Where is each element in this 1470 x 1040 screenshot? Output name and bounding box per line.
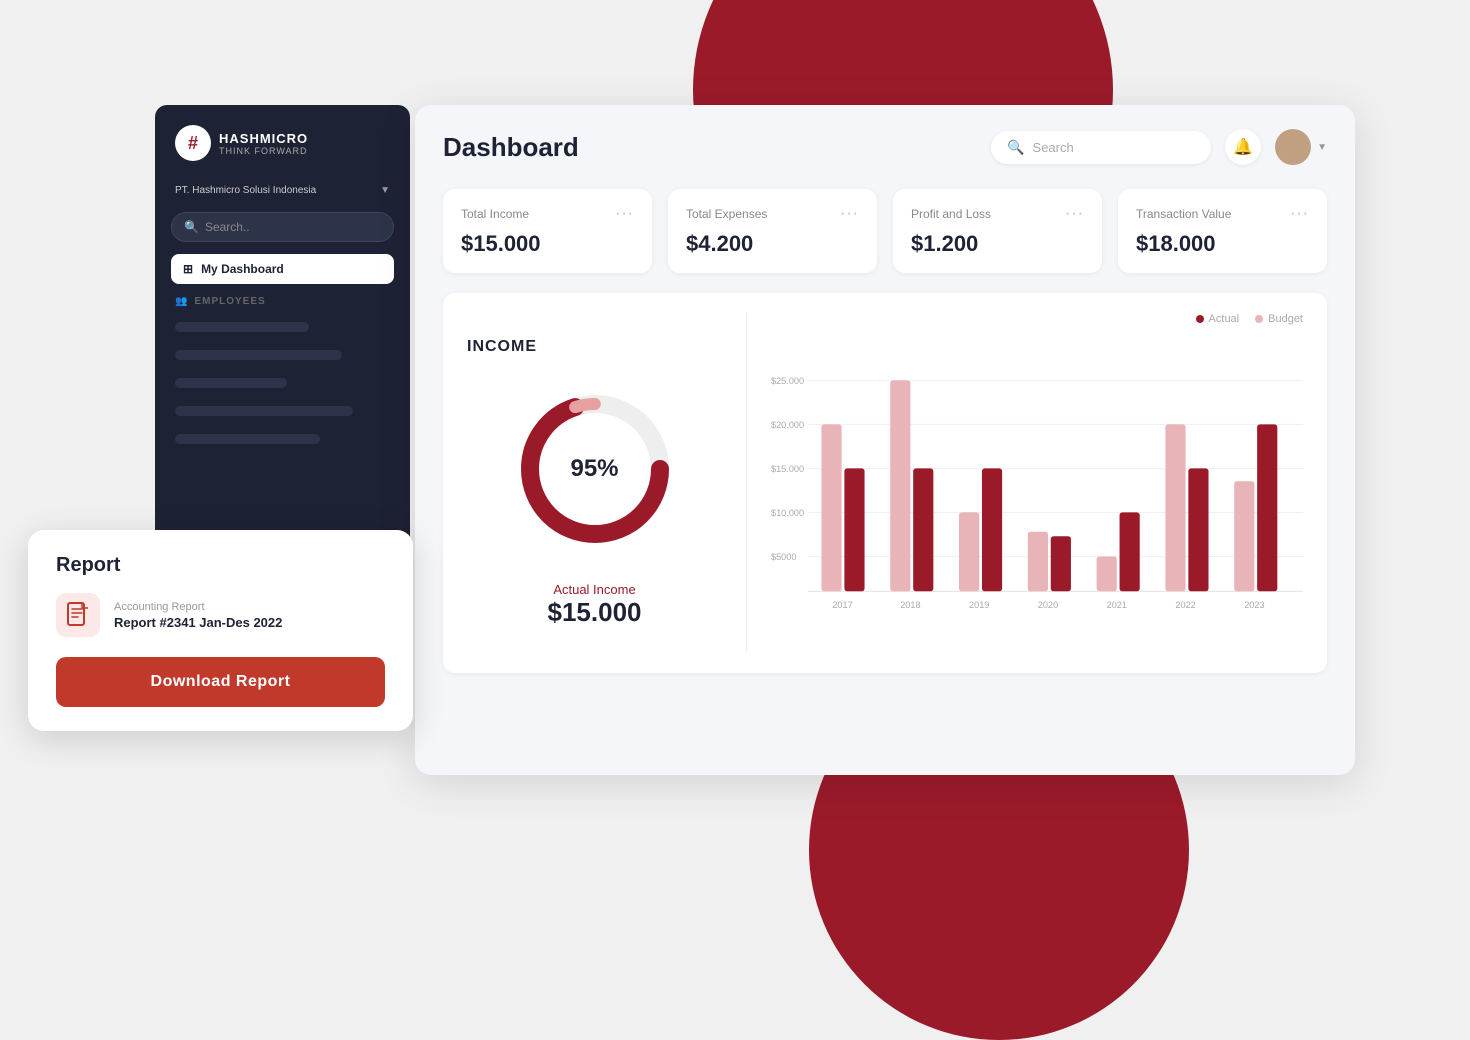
- kpi-more-0[interactable]: ···: [615, 205, 634, 223]
- kpi-more-3[interactable]: ···: [1290, 205, 1309, 223]
- sidebar-logo: # HASHMICRO THINK FORWARD: [171, 125, 394, 161]
- download-report-button[interactable]: Download Report: [56, 657, 385, 707]
- sidebar: # HASHMICRO THINK FORWARD PT. Hashmicro …: [155, 105, 410, 575]
- kpi-card-total-income: Total Income ··· $15.000: [443, 189, 652, 273]
- bar-chart: $25.000 $20.000 $15.000 $10.000 $5000: [771, 337, 1303, 653]
- sidebar-nav-item-2[interactable]: [175, 350, 342, 360]
- employees-icon: 👥: [175, 296, 188, 307]
- sidebar-section-employees: 👥 EMPLOYEES: [171, 296, 394, 307]
- sidebar-nav-item-5[interactable]: [175, 434, 320, 444]
- search-box[interactable]: 🔍: [991, 131, 1211, 164]
- dashboard-header: Dashboard 🔍 🔔 ▼: [443, 129, 1327, 165]
- search-icon: 🔍: [1007, 139, 1024, 156]
- kpi-label-3: Transaction Value: [1136, 207, 1231, 221]
- kpi-label-0: Total Income: [461, 207, 529, 221]
- donut-chart: 95%: [510, 384, 680, 554]
- sidebar-nav-item-1[interactable]: [175, 322, 309, 332]
- svg-text:$15.000: $15.000: [771, 464, 804, 474]
- svg-text:$25.000: $25.000: [771, 376, 804, 386]
- sidebar-search-input[interactable]: [205, 220, 381, 234]
- avatar: [1275, 129, 1311, 165]
- svg-text:2023: 2023: [1244, 600, 1264, 610]
- chart-legend: Actual Budget: [771, 313, 1303, 325]
- income-title: INCOME: [467, 338, 537, 356]
- kpi-value-1: $4.200: [686, 231, 859, 257]
- actual-income-label: Actual Income: [553, 582, 635, 597]
- company-name: PT. Hashmicro Solusi Indonesia: [175, 185, 316, 196]
- report-info: Accounting Report Report #2341 Jan-Des 2…: [114, 601, 282, 630]
- kpi-card-transaction-value: Transaction Value ··· $18.000: [1118, 189, 1327, 273]
- kpi-row: Total Income ··· $15.000 Total Expenses …: [443, 189, 1327, 273]
- donut-percent: 95%: [570, 455, 618, 482]
- report-card-title: Report: [56, 554, 385, 577]
- brand-tagline: THINK FORWARD: [219, 146, 308, 156]
- page-title: Dashboard: [443, 132, 579, 163]
- svg-text:2020: 2020: [1038, 600, 1058, 610]
- legend-actual: Actual: [1196, 313, 1240, 325]
- kpi-card-total-expenses: Total Expenses ··· $4.200: [668, 189, 877, 273]
- donut-center: 95%: [570, 455, 618, 483]
- report-item: Accounting Report Report #2341 Jan-Des 2…: [56, 593, 385, 637]
- search-icon: 🔍: [184, 220, 199, 234]
- search-input[interactable]: [1033, 140, 1196, 155]
- svg-text:2022: 2022: [1175, 600, 1195, 610]
- company-selector[interactable]: PT. Hashmicro Solusi Indonesia ▼: [171, 181, 394, 200]
- legend-actual-dot: [1196, 315, 1204, 323]
- report-sub-label: Accounting Report: [114, 601, 282, 613]
- report-file-icon: [56, 593, 100, 637]
- header-actions: 🔍 🔔 ▼: [991, 129, 1327, 165]
- kpi-card-profit-loss: Profit and Loss ··· $1.200: [893, 189, 1102, 273]
- kpi-value-3: $18.000: [1136, 231, 1309, 257]
- avatar-chevron-icon: ▼: [1317, 142, 1327, 153]
- income-chart-panel: Actual Budget $25.000: [747, 313, 1303, 653]
- notification-button[interactable]: 🔔: [1225, 129, 1261, 165]
- svg-text:2019: 2019: [969, 600, 989, 610]
- sidebar-item-label: My Dashboard: [201, 262, 284, 276]
- kpi-label-2: Profit and Loss: [911, 207, 991, 221]
- svg-text:$5000: $5000: [771, 552, 796, 562]
- sidebar-nav-item-3[interactable]: [175, 378, 287, 388]
- sidebar-nav-item-4[interactable]: [175, 406, 353, 416]
- svg-text:2021: 2021: [1107, 600, 1127, 610]
- bar-chart-svg: $25.000 $20.000 $15.000 $10.000 $5000: [771, 337, 1303, 653]
- chevron-down-icon: ▼: [380, 185, 390, 196]
- svg-text:$20.000: $20.000: [771, 420, 804, 430]
- sidebar-item-dashboard[interactable]: ⊞ My Dashboard: [171, 254, 394, 284]
- legend-budget: Budget: [1255, 313, 1303, 325]
- user-avatar-wrapper[interactable]: ▼: [1275, 129, 1327, 165]
- report-main-label: Report #2341 Jan-Des 2022: [114, 615, 282, 630]
- income-donut-panel: INCOME 95% Actual Income $15.000: [467, 313, 747, 653]
- kpi-more-1[interactable]: ···: [840, 205, 859, 223]
- kpi-value-2: $1.200: [911, 231, 1084, 257]
- report-card: Report Accounting Report Report #2341 Ja…: [28, 530, 413, 731]
- svg-text:$10.000: $10.000: [771, 508, 804, 518]
- svg-text:2017: 2017: [832, 600, 852, 610]
- dashboard-icon: ⊞: [183, 262, 193, 276]
- dashboard-panel: Dashboard 🔍 🔔 ▼ Total Income ··· $15.000: [415, 105, 1355, 775]
- kpi-value-0: $15.000: [461, 231, 634, 257]
- actual-income-value: $15.000: [548, 597, 642, 628]
- sidebar-search-box[interactable]: 🔍: [171, 212, 394, 242]
- legend-budget-label: Budget: [1268, 313, 1303, 325]
- logo-icon: #: [175, 125, 211, 161]
- kpi-label-1: Total Expenses: [686, 207, 767, 221]
- brand-name: HASHMICRO: [219, 131, 308, 146]
- kpi-more-2[interactable]: ···: [1065, 205, 1084, 223]
- legend-actual-label: Actual: [1209, 313, 1240, 325]
- income-section: INCOME 95% Actual Income $15.000: [443, 293, 1327, 673]
- legend-budget-dot: [1255, 315, 1263, 323]
- svg-text:2018: 2018: [900, 600, 920, 610]
